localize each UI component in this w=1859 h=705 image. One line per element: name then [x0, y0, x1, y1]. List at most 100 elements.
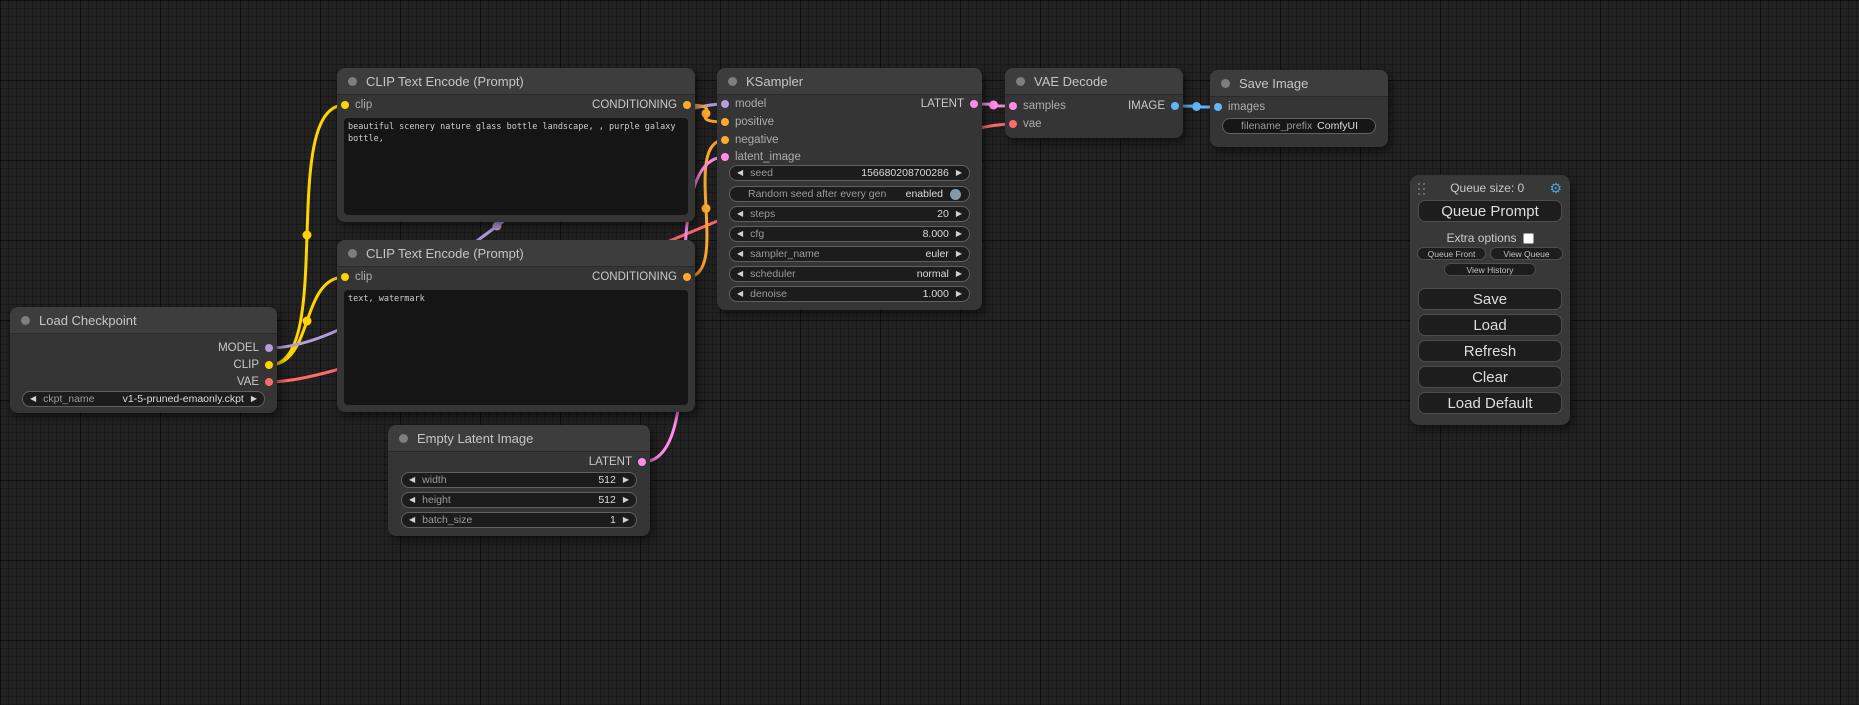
collapse-icon[interactable]	[348, 77, 357, 86]
node-title-bar[interactable]: CLIP Text Encode (Prompt)	[337, 68, 695, 95]
arrow-right-icon[interactable]: ▶	[623, 516, 629, 524]
node-title-label: KSampler	[746, 74, 803, 89]
widget-label: sampler_name	[750, 248, 819, 260]
queue-prompt-button[interactable]: Queue Prompt	[1418, 200, 1562, 222]
input-port-samples[interactable]	[1009, 102, 1017, 110]
arrow-right-icon[interactable]: ▶	[956, 270, 962, 278]
view-history-button[interactable]: View History	[1444, 263, 1536, 276]
node-title-bar[interactable]: Save Image	[1210, 70, 1388, 97]
widget-value: 8.000	[923, 228, 949, 240]
arrow-left-icon[interactable]: ◀	[409, 516, 415, 524]
input-port-images[interactable]	[1214, 103, 1222, 111]
output-port-latent[interactable]	[638, 458, 646, 466]
view-queue-button[interactable]: View Queue	[1490, 247, 1563, 260]
node-title-bar[interactable]: Load Checkpoint	[10, 307, 277, 334]
input-port-vae[interactable]	[1009, 120, 1017, 128]
width-widget[interactable]: ◀ width 512 ▶	[401, 472, 637, 488]
arrow-right-icon[interactable]: ▶	[623, 476, 629, 484]
arrow-left-icon[interactable]: ◀	[737, 290, 743, 298]
toggle-knob-icon[interactable]	[950, 189, 961, 200]
cfg-widget[interactable]: ◀ cfg 8.000 ▶	[729, 226, 970, 242]
load-button[interactable]: Load	[1418, 314, 1562, 336]
node-ksampler[interactable]: KSampler model LATENT positive negative …	[717, 68, 982, 310]
node-title-bar[interactable]: VAE Decode	[1005, 68, 1183, 95]
input-port-latent-image[interactable]	[721, 153, 729, 161]
queue-front-button[interactable]: Queue Front	[1417, 247, 1486, 260]
output-port-vae[interactable]	[265, 378, 273, 386]
output-port-conditioning[interactable]	[683, 101, 691, 109]
node-title-bar[interactable]: KSampler	[717, 68, 982, 95]
arrow-right-icon[interactable]: ▶	[956, 210, 962, 218]
arrow-right-icon[interactable]: ▶	[623, 496, 629, 504]
clear-button[interactable]: Clear	[1418, 366, 1562, 388]
arrow-left-icon[interactable]: ◀	[737, 270, 743, 278]
sampler-name-widget[interactable]: ◀ sampler_name euler ▶	[729, 246, 970, 262]
widget-value: ComfyUI	[1317, 120, 1358, 132]
widget-value: 156680208700286	[861, 167, 949, 179]
widget-label: height	[422, 494, 451, 506]
node-title-bar[interactable]: CLIP Text Encode (Prompt)	[337, 240, 695, 267]
slot-row: positive	[717, 114, 982, 130]
node-load-checkpoint[interactable]: Load Checkpoint MODEL CLIP VAE ◀ ckpt_na…	[10, 307, 277, 413]
input-port-clip[interactable]	[341, 101, 349, 109]
prompt-textarea[interactable]: beautiful scenery nature glass bottle la…	[344, 118, 688, 215]
node-save-image[interactable]: Save Image images filename_prefix ComfyU…	[1210, 70, 1388, 147]
node-clip-text-encode-negative[interactable]: CLIP Text Encode (Prompt) clip CONDITION…	[337, 240, 695, 412]
save-button[interactable]: Save	[1418, 288, 1562, 310]
input-port-positive[interactable]	[721, 118, 729, 126]
node-clip-text-encode-positive[interactable]: CLIP Text Encode (Prompt) clip CONDITION…	[337, 68, 695, 222]
steps-widget[interactable]: ◀ steps 20 ▶	[729, 206, 970, 222]
collapse-icon[interactable]	[399, 434, 408, 443]
arrow-left-icon[interactable]: ◀	[409, 476, 415, 484]
seed-widget[interactable]: ◀ seed 156680208700286 ▶	[729, 165, 970, 181]
height-widget[interactable]: ◀ height 512 ▶	[401, 492, 637, 508]
input-label-clip: clip	[355, 99, 372, 111]
arrow-left-icon[interactable]: ◀	[737, 250, 743, 258]
prompt-textarea[interactable]: text, watermark	[344, 290, 688, 405]
output-port-conditioning[interactable]	[683, 273, 691, 281]
arrow-right-icon[interactable]: ▶	[956, 230, 962, 238]
arrow-right-icon[interactable]: ▶	[251, 395, 257, 403]
ckpt-name-widget[interactable]: ◀ ckpt_name v1-5-pruned-emaonly.ckpt ▶	[22, 391, 265, 407]
output-port-clip[interactable]	[265, 361, 273, 369]
arrow-right-icon[interactable]: ▶	[956, 250, 962, 258]
input-port-clip[interactable]	[341, 273, 349, 281]
collapse-icon[interactable]	[21, 316, 30, 325]
refresh-button[interactable]: Refresh	[1418, 340, 1562, 362]
slot-row: model LATENT	[717, 96, 982, 112]
batch-size-widget[interactable]: ◀ batch_size 1 ▶	[401, 512, 637, 528]
widget-label: filename_prefix	[1241, 120, 1312, 132]
node-canvas[interactable]: Load Checkpoint MODEL CLIP VAE ◀ ckpt_na…	[0, 0, 1859, 705]
extra-options-checkbox[interactable]	[1523, 233, 1534, 244]
node-title-bar[interactable]: Empty Latent Image	[388, 425, 650, 452]
arrow-left-icon[interactable]: ◀	[737, 230, 743, 238]
output-port-image[interactable]	[1171, 102, 1179, 110]
arrow-right-icon[interactable]: ▶	[956, 290, 962, 298]
load-default-button[interactable]: Load Default	[1418, 392, 1562, 414]
queue-panel: Queue size: 0 ⚙ Queue Prompt Extra optio…	[1410, 175, 1570, 425]
input-port-model[interactable]	[721, 100, 729, 108]
filename-prefix-widget[interactable]: filename_prefix ComfyUI	[1222, 118, 1376, 134]
collapse-icon[interactable]	[728, 77, 737, 86]
output-port-model[interactable]	[265, 344, 273, 352]
collapse-icon[interactable]	[1221, 79, 1230, 88]
slot-row: images	[1210, 99, 1388, 115]
node-vae-decode[interactable]: VAE Decode samples IMAGE vae	[1005, 68, 1183, 138]
arrow-left-icon[interactable]: ◀	[409, 496, 415, 504]
arrow-left-icon[interactable]: ◀	[737, 210, 743, 218]
slot-row: negative	[717, 132, 982, 148]
drag-handle-icon[interactable]	[1418, 182, 1425, 195]
arrow-left-icon[interactable]: ◀	[30, 395, 36, 403]
node-empty-latent-image[interactable]: Empty Latent Image LATENT ◀ width 512 ▶ …	[388, 425, 650, 536]
collapse-icon[interactable]	[1016, 77, 1025, 86]
widget-value: euler	[925, 248, 948, 260]
scheduler-widget[interactable]: ◀ scheduler normal ▶	[729, 266, 970, 282]
denoise-widget[interactable]: ◀ denoise 1.000 ▶	[729, 286, 970, 302]
random-seed-toggle-widget[interactable]: Random seed after every gen enabled	[729, 186, 970, 202]
output-port-latent[interactable]	[970, 100, 978, 108]
arrow-right-icon[interactable]: ▶	[956, 169, 962, 177]
input-port-negative[interactable]	[721, 136, 729, 144]
settings-gear-icon[interactable]: ⚙	[1549, 181, 1562, 195]
collapse-icon[interactable]	[348, 249, 357, 258]
arrow-left-icon[interactable]: ◀	[737, 169, 743, 177]
